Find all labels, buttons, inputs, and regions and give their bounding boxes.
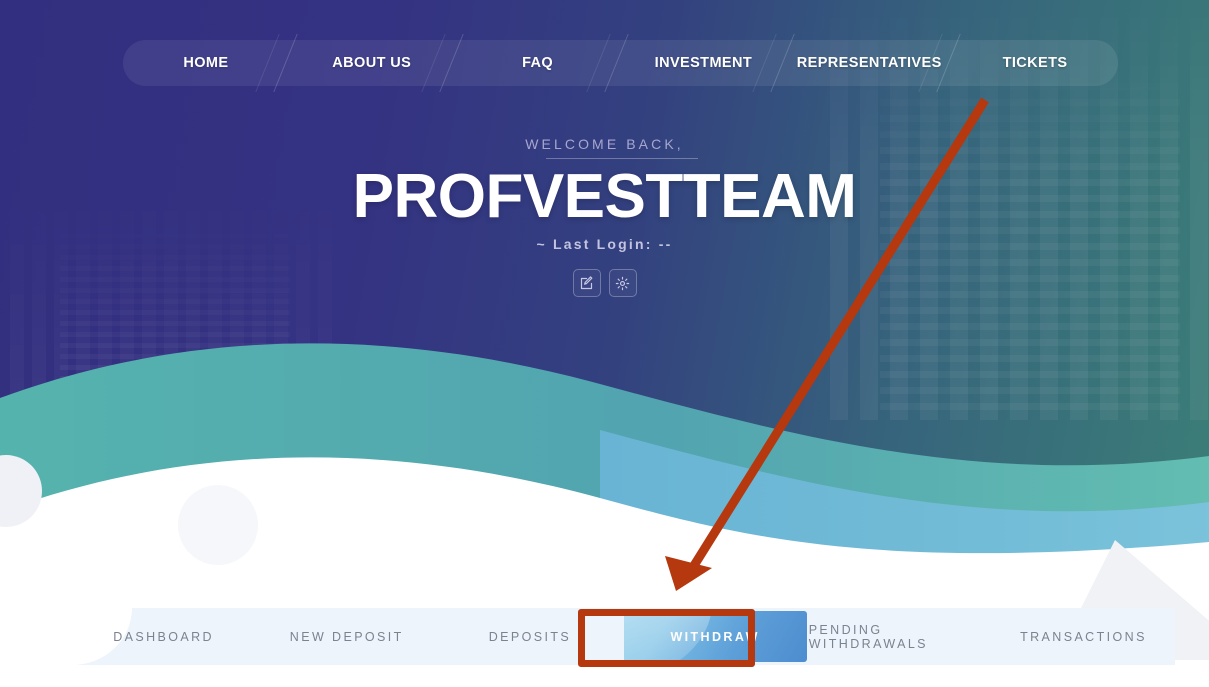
- nav-item-label: HOME: [183, 55, 229, 71]
- nav-item-investment[interactable]: INVESTMENT: [620, 40, 786, 86]
- tab-pending-withdrawals[interactable]: PENDING WITHDRAWALS: [809, 608, 992, 665]
- welcome-text: WELCOME BACK,: [525, 136, 684, 152]
- decorative-circle-center: [178, 485, 258, 565]
- tab-label: PENDING WITHDRAWALS: [808, 622, 928, 651]
- nav-item-home[interactable]: HOME: [123, 40, 289, 86]
- nav-item-label: INVESTMENT: [654, 55, 753, 71]
- nav-item-faq[interactable]: FAQ: [455, 40, 621, 86]
- nav-item-label: FAQ: [522, 55, 554, 71]
- account-username: PROFVESTTEAM: [352, 162, 857, 231]
- nav-item-tickets[interactable]: TICKETS: [952, 40, 1118, 86]
- tab-label: WITHDRAW: [670, 629, 760, 644]
- main-navigation: HOME ABOUT US FAQ INVESTMENT REPRESENTAT…: [123, 40, 1118, 86]
- tab-transactions[interactable]: TRANSACTIONS: [992, 608, 1175, 665]
- nav-item-about-us[interactable]: ABOUT US: [289, 40, 455, 86]
- tab-deposits[interactable]: DEPOSITS: [438, 608, 621, 665]
- last-login-text: ~ Last Login: --: [536, 236, 673, 252]
- nav-item-label: TICKETS: [1002, 55, 1068, 71]
- tab-dashboard[interactable]: DASHBOARD: [72, 608, 255, 665]
- tab-label: DASHBOARD: [113, 629, 214, 644]
- nav-item-representatives[interactable]: REPRESENTATIVES: [786, 40, 952, 86]
- account-tab-bar: DASHBOARD NEW DEPOSIT DEPOSITS WITHDRAW …: [72, 608, 1175, 665]
- tab-label: NEW DEPOSIT: [289, 629, 404, 644]
- welcome-divider: [546, 158, 698, 159]
- tab-label: TRANSACTIONS: [1020, 629, 1147, 644]
- wave-decoration: [0, 280, 1209, 620]
- tab-label: DEPOSITS: [488, 629, 572, 644]
- nav-item-label: ABOUT US: [332, 55, 412, 71]
- tab-new-deposit[interactable]: NEW DEPOSIT: [255, 608, 438, 665]
- tab-withdraw[interactable]: WITHDRAW: [623, 611, 807, 662]
- nav-item-label: REPRESENTATIVES: [796, 55, 942, 71]
- page-stage: HOME ABOUT US FAQ INVESTMENT REPRESENTAT…: [0, 0, 1209, 687]
